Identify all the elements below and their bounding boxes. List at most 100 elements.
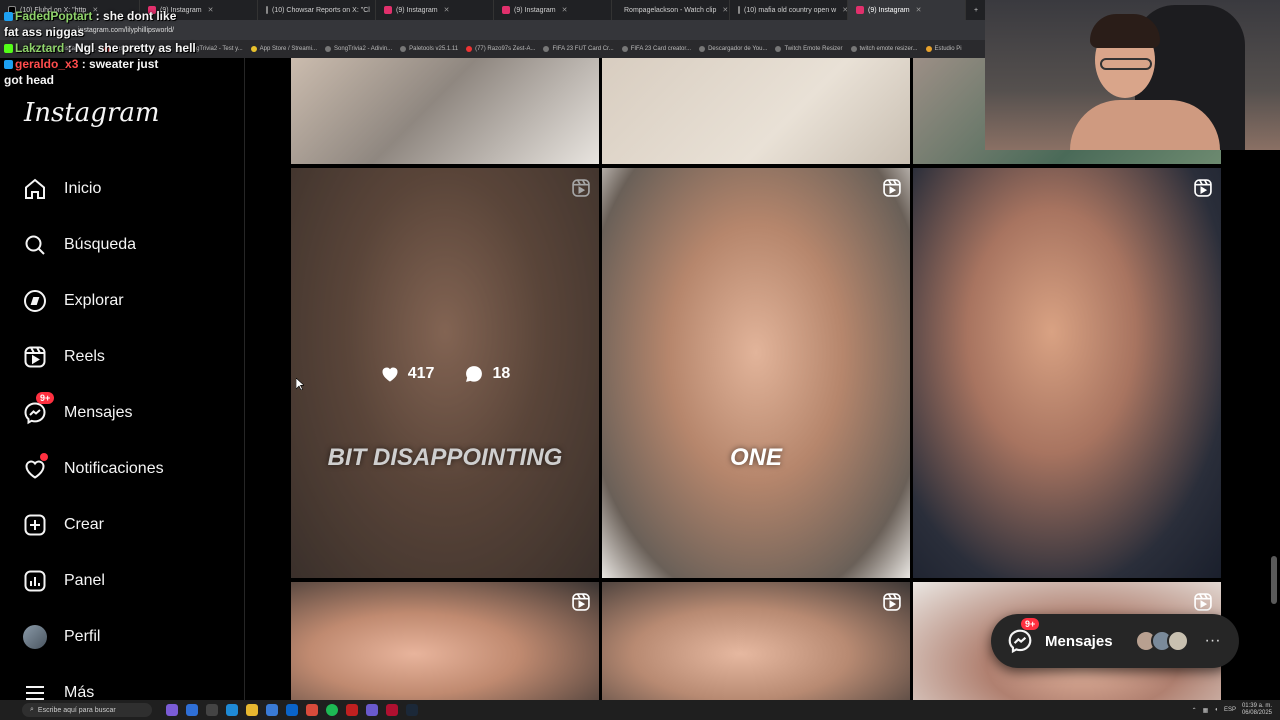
bookmark[interactable]: (77) Razo97s Zest-A... xyxy=(466,46,535,52)
bookmark[interactable]: FIFA 23 FUT Card Cr... xyxy=(543,46,614,52)
messages-label: Mensajes xyxy=(1045,632,1113,650)
post-tile[interactable] xyxy=(291,582,599,700)
nav-item-create[interactable]: Crear xyxy=(22,505,232,545)
steam-icon[interactable] xyxy=(406,704,418,716)
nav-item-explore[interactable]: Explorar xyxy=(22,281,232,321)
close-icon[interactable]: ✕ xyxy=(562,6,568,14)
browser-tab[interactable]: (9) Instagram ✕ xyxy=(376,0,494,20)
instagram-sidebar: Instagram Inicio Búsqueda Explorar Reels… xyxy=(0,58,245,701)
explore-icon xyxy=(22,288,48,314)
chat-badge-icon xyxy=(4,12,13,22)
nav-label: Notificaciones xyxy=(64,460,164,477)
comments-value: 18 xyxy=(492,365,511,382)
chat-message: got head xyxy=(0,72,240,88)
app-icon[interactable] xyxy=(386,704,398,716)
nav-item-reels[interactable]: Reels xyxy=(22,337,232,377)
app-icon[interactable] xyxy=(366,704,378,716)
nav-item-profile[interactable]: Perfil xyxy=(22,617,232,657)
instagram-logo[interactable]: Instagram xyxy=(24,98,160,128)
bookmark[interactable]: Twitch Emote Resizer xyxy=(775,46,843,52)
streamer-body xyxy=(1070,100,1220,150)
bookmark-icon xyxy=(543,46,550,52)
browser-tab[interactable]: (10) Chowsar Reports on X: "Cl✕ xyxy=(258,0,376,20)
language-indicator[interactable]: ESP xyxy=(1224,707,1236,713)
chat-message: Lakztard : Ngl she pretty as hell xyxy=(0,40,240,56)
browser-tab-active[interactable]: (9) Instagram ✕ xyxy=(848,0,966,20)
close-icon[interactable]: ✕ xyxy=(444,6,450,14)
app-icon[interactable] xyxy=(266,704,278,716)
bookmark[interactable]: App Store / Streami... xyxy=(250,46,317,52)
recent-chat-avatars xyxy=(1134,630,1189,652)
system-tray: ⌃ ▦ ◖ ESP 01:39 a. m. 06/08/2025 xyxy=(1192,703,1272,717)
chevron-up-icon[interactable]: ⌃ xyxy=(1192,707,1197,714)
heart-icon xyxy=(22,453,48,482)
network-icon[interactable]: ▦ xyxy=(1203,707,1209,714)
nav-item-dashboard[interactable]: Panel xyxy=(22,561,232,601)
bookmark[interactable]: Descargador de You... xyxy=(699,46,767,52)
nav-label: Crear xyxy=(64,516,105,533)
reels-icon xyxy=(1194,179,1212,197)
close-icon[interactable]: ✕ xyxy=(916,6,922,14)
bookmark[interactable]: twitch emote resizer... xyxy=(850,46,918,52)
video-caption: BIT DISAPPOINTING xyxy=(327,444,563,471)
likes-count: 417 xyxy=(380,364,434,384)
chat-message: fat ass niggas xyxy=(0,24,240,40)
post-tile[interactable] xyxy=(913,168,1221,578)
create-icon xyxy=(22,512,48,538)
folder-icon[interactable] xyxy=(246,704,258,716)
nav-item-home[interactable]: Inicio xyxy=(22,169,232,209)
nav-item-messages[interactable]: 9+ Mensajes xyxy=(22,392,232,433)
video-caption: ONE xyxy=(729,444,782,471)
messages-floating-button[interactable]: 9+ Mensajes ··· xyxy=(991,614,1239,668)
app-icon[interactable] xyxy=(186,704,198,716)
bookmark-icon xyxy=(400,46,407,52)
post-tile[interactable] xyxy=(602,58,910,164)
bookmark[interactable]: SongTrivia2 - Adivin... xyxy=(325,46,392,52)
bookmark[interactable]: FIFA 23 Card creator... xyxy=(621,46,691,52)
chrome-icon[interactable] xyxy=(306,704,318,716)
instagram-icon xyxy=(384,6,392,14)
reels-icon xyxy=(1194,593,1212,611)
browser-tab[interactable]: (10) mafia old country open w ✕ xyxy=(730,0,848,20)
post-tile[interactable]: ONE xyxy=(602,168,910,578)
app-icon[interactable] xyxy=(166,704,178,716)
close-icon[interactable]: ✕ xyxy=(722,6,728,14)
spotify-icon[interactable] xyxy=(326,704,338,716)
task-view-icon[interactable] xyxy=(206,704,218,716)
taskbar-search-placeholder: Escribe aquí para buscar xyxy=(37,706,116,714)
profile-reels-grid: 417 18 BIT DISAPPOINTING ONE xyxy=(246,58,1280,700)
reels-icon xyxy=(572,593,590,611)
clock[interactable]: 01:39 a. m. 06/08/2025 xyxy=(1242,703,1272,717)
chat-message: FadedPoptart : she dont like xyxy=(0,8,240,24)
bookmark[interactable]: Estudio Pi xyxy=(925,46,962,52)
bookmark-icon xyxy=(850,46,857,52)
chat-text: sweater just xyxy=(89,57,159,71)
search-icon: ⌕ xyxy=(30,706,34,713)
messenger-icon: 9+ xyxy=(1007,618,1040,654)
post-tile-hovered[interactable]: 417 18 BIT DISAPPOINTING xyxy=(291,168,599,578)
new-tab-button[interactable]: + xyxy=(966,0,986,20)
edge-icon[interactable] xyxy=(226,704,238,716)
page-scrollbar[interactable] xyxy=(1271,556,1277,604)
avatar xyxy=(1166,630,1189,652)
chat-username: FadedPoptart xyxy=(15,9,93,23)
x-icon xyxy=(266,6,268,14)
outlook-icon[interactable] xyxy=(286,704,298,716)
chat-badge-icon xyxy=(4,44,13,54)
bookmark[interactable]: Paletools v25.1.11 xyxy=(400,46,458,52)
browser-tab[interactable]: (9) Instagram ✕ xyxy=(494,0,612,20)
messenger-icon: 9+ xyxy=(22,392,55,426)
volume-icon[interactable]: ◖ xyxy=(1214,707,1218,713)
nav-item-search[interactable]: Búsqueda xyxy=(22,225,232,265)
post-tile[interactable] xyxy=(602,582,910,700)
bookmark-icon xyxy=(466,46,473,52)
avatar xyxy=(23,625,47,649)
post-tile[interactable] xyxy=(291,58,599,164)
app-icon[interactable] xyxy=(346,704,358,716)
browser-tab[interactable]: Rompagelackson - Watch clip ✕ xyxy=(612,0,730,20)
taskbar-search[interactable]: ⌕ Escribe aquí para buscar xyxy=(22,703,152,717)
messages-badge: 9+ xyxy=(36,392,55,404)
chat-text: Ngl she pretty as hell xyxy=(75,41,196,55)
comments-count: 18 xyxy=(464,364,510,384)
nav-item-notifications[interactable]: Notificaciones xyxy=(22,449,232,489)
